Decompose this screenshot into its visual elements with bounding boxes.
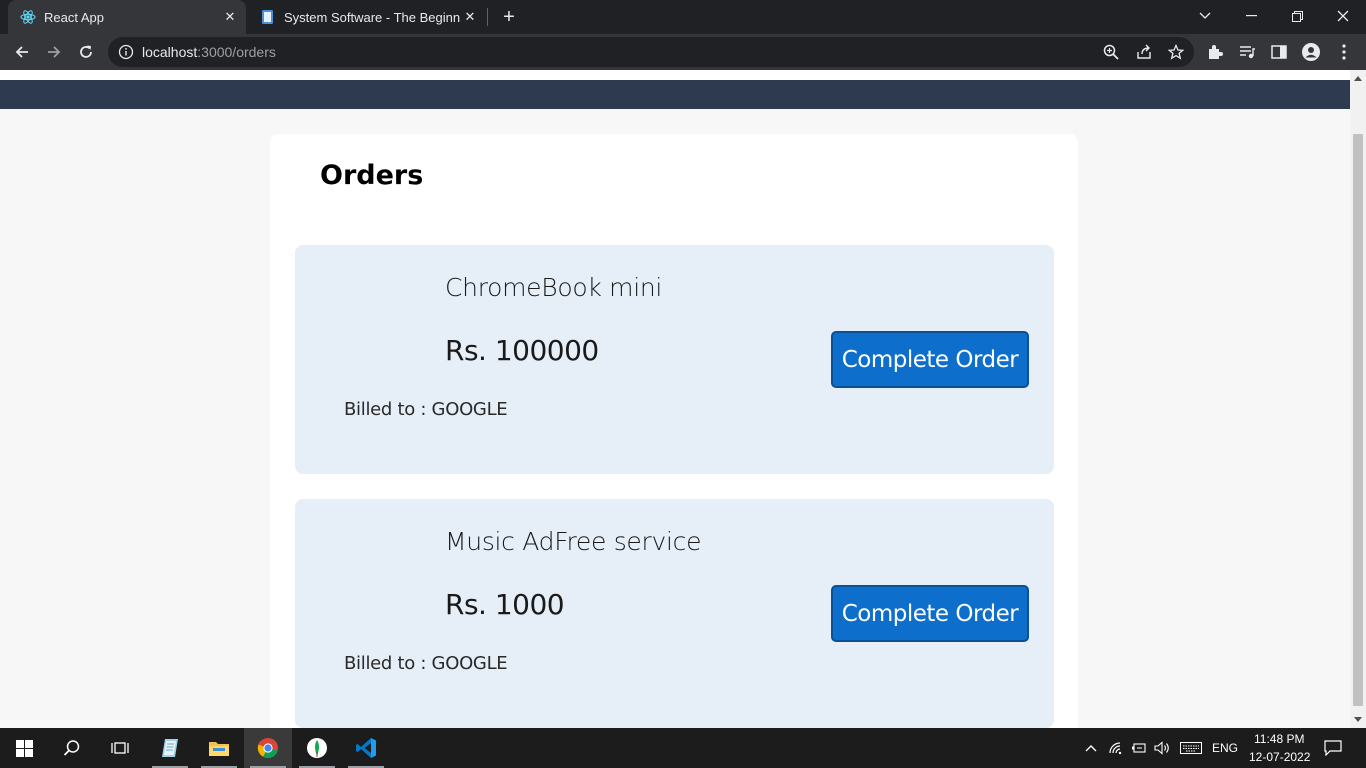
vscode-icon[interactable] [342, 728, 390, 768]
start-icon[interactable] [0, 728, 48, 768]
file-explorer-icon[interactable] [195, 728, 243, 768]
chrome-icon[interactable] [244, 728, 292, 768]
url-text[interactable]: localhost:3000/orders [142, 44, 276, 60]
tab-title: React App [44, 9, 104, 25]
tab-strip: React App ✕ System Software - The Beginn… [0, 0, 1366, 34]
orders-panel: Orders ChromeBook mini Rs. 100000 Billed… [270, 134, 1078, 728]
order-billed-to: Billed to : GOOGLE [344, 653, 508, 674]
app-navbar [0, 80, 1350, 109]
close-tab-icon[interactable]: ✕ [460, 7, 480, 27]
site-info-icon[interactable] [118, 44, 134, 60]
extensions-icon[interactable] [1205, 42, 1225, 62]
scroll-down-icon[interactable] [1354, 717, 1362, 722]
menu-kebab-icon[interactable] [1334, 42, 1354, 62]
language-indicator[interactable]: ENG [1212, 741, 1238, 755]
new-tab-icon[interactable]: + [498, 6, 520, 28]
tray-chevron-up-icon[interactable] [1083, 738, 1099, 758]
battery-icon[interactable] [1130, 738, 1148, 758]
tab-search-icon[interactable] [1182, 0, 1228, 32]
scroll-up-icon[interactable] [1354, 76, 1362, 81]
document-icon [260, 9, 276, 25]
mongodb-compass-icon[interactable] [293, 728, 341, 768]
order-card: ChromeBook mini Rs. 100000 Billed to : G… [295, 245, 1054, 474]
notification-icon[interactable] [1323, 738, 1343, 758]
address-bar[interactable]: localhost:3000/orders [108, 37, 1194, 67]
forward-icon[interactable] [40, 38, 68, 66]
page-viewport: Orders ChromeBook mini Rs. 100000 Billed… [0, 70, 1350, 728]
search-icon[interactable] [48, 728, 96, 768]
order-name: Music AdFree service [445, 527, 702, 556]
scroll-thumb[interactable] [1353, 134, 1363, 706]
url-host: localhost [142, 44, 198, 60]
complete-order-button[interactable]: Complete Order [831, 331, 1029, 388]
order-name: ChromeBook mini [445, 273, 663, 302]
bookmark-star-icon[interactable] [1167, 43, 1185, 61]
notepad-icon[interactable] [146, 728, 194, 768]
order-card: Music AdFree service Rs. 1000 Billed to … [295, 499, 1054, 728]
tab-title: System Software - The Beginning [284, 9, 460, 25]
profile-icon[interactable] [1301, 42, 1321, 62]
url-path: :3000/orders [197, 44, 276, 60]
close-tab-icon[interactable]: ✕ [220, 7, 240, 27]
close-window-icon[interactable] [1320, 0, 1366, 32]
page-scrollbar[interactable] [1350, 70, 1366, 728]
tab-system-software[interactable]: System Software - The Beginning ✕ [250, 0, 486, 34]
restore-icon[interactable] [1274, 0, 1320, 32]
back-icon[interactable] [8, 38, 36, 66]
zoom-icon[interactable] [1102, 43, 1120, 61]
share-icon[interactable] [1135, 43, 1153, 61]
order-price: Rs. 100000 [445, 334, 599, 367]
task-view-icon[interactable] [96, 728, 144, 768]
order-billed-to: Billed to : GOOGLE [344, 399, 508, 420]
side-panel-icon[interactable] [1269, 42, 1289, 62]
reload-icon[interactable] [72, 38, 100, 66]
minimize-icon[interactable] [1228, 0, 1274, 32]
browser-toolbar: localhost:3000/orders [0, 34, 1366, 70]
volume-icon[interactable] [1153, 738, 1171, 758]
page-top-strip [0, 70, 1350, 80]
complete-order-button[interactable]: Complete Order [831, 585, 1029, 642]
page-title: Orders [320, 160, 424, 191]
media-queue-icon[interactable] [1237, 42, 1257, 62]
clock-date[interactable]: 12-07-2022 [1249, 750, 1310, 764]
network-icon[interactable] [1107, 738, 1125, 758]
order-price: Rs. 1000 [445, 588, 565, 621]
touch-keyboard-icon[interactable] [1179, 738, 1203, 758]
clock-time[interactable]: 11:48 PM [1254, 732, 1304, 746]
tab-separator [487, 8, 488, 26]
tab-react-app[interactable]: React App ✕ [8, 0, 246, 34]
react-icon [20, 9, 36, 25]
windows-taskbar: ENG 11:48 PM 12-07-2022 [0, 728, 1366, 768]
